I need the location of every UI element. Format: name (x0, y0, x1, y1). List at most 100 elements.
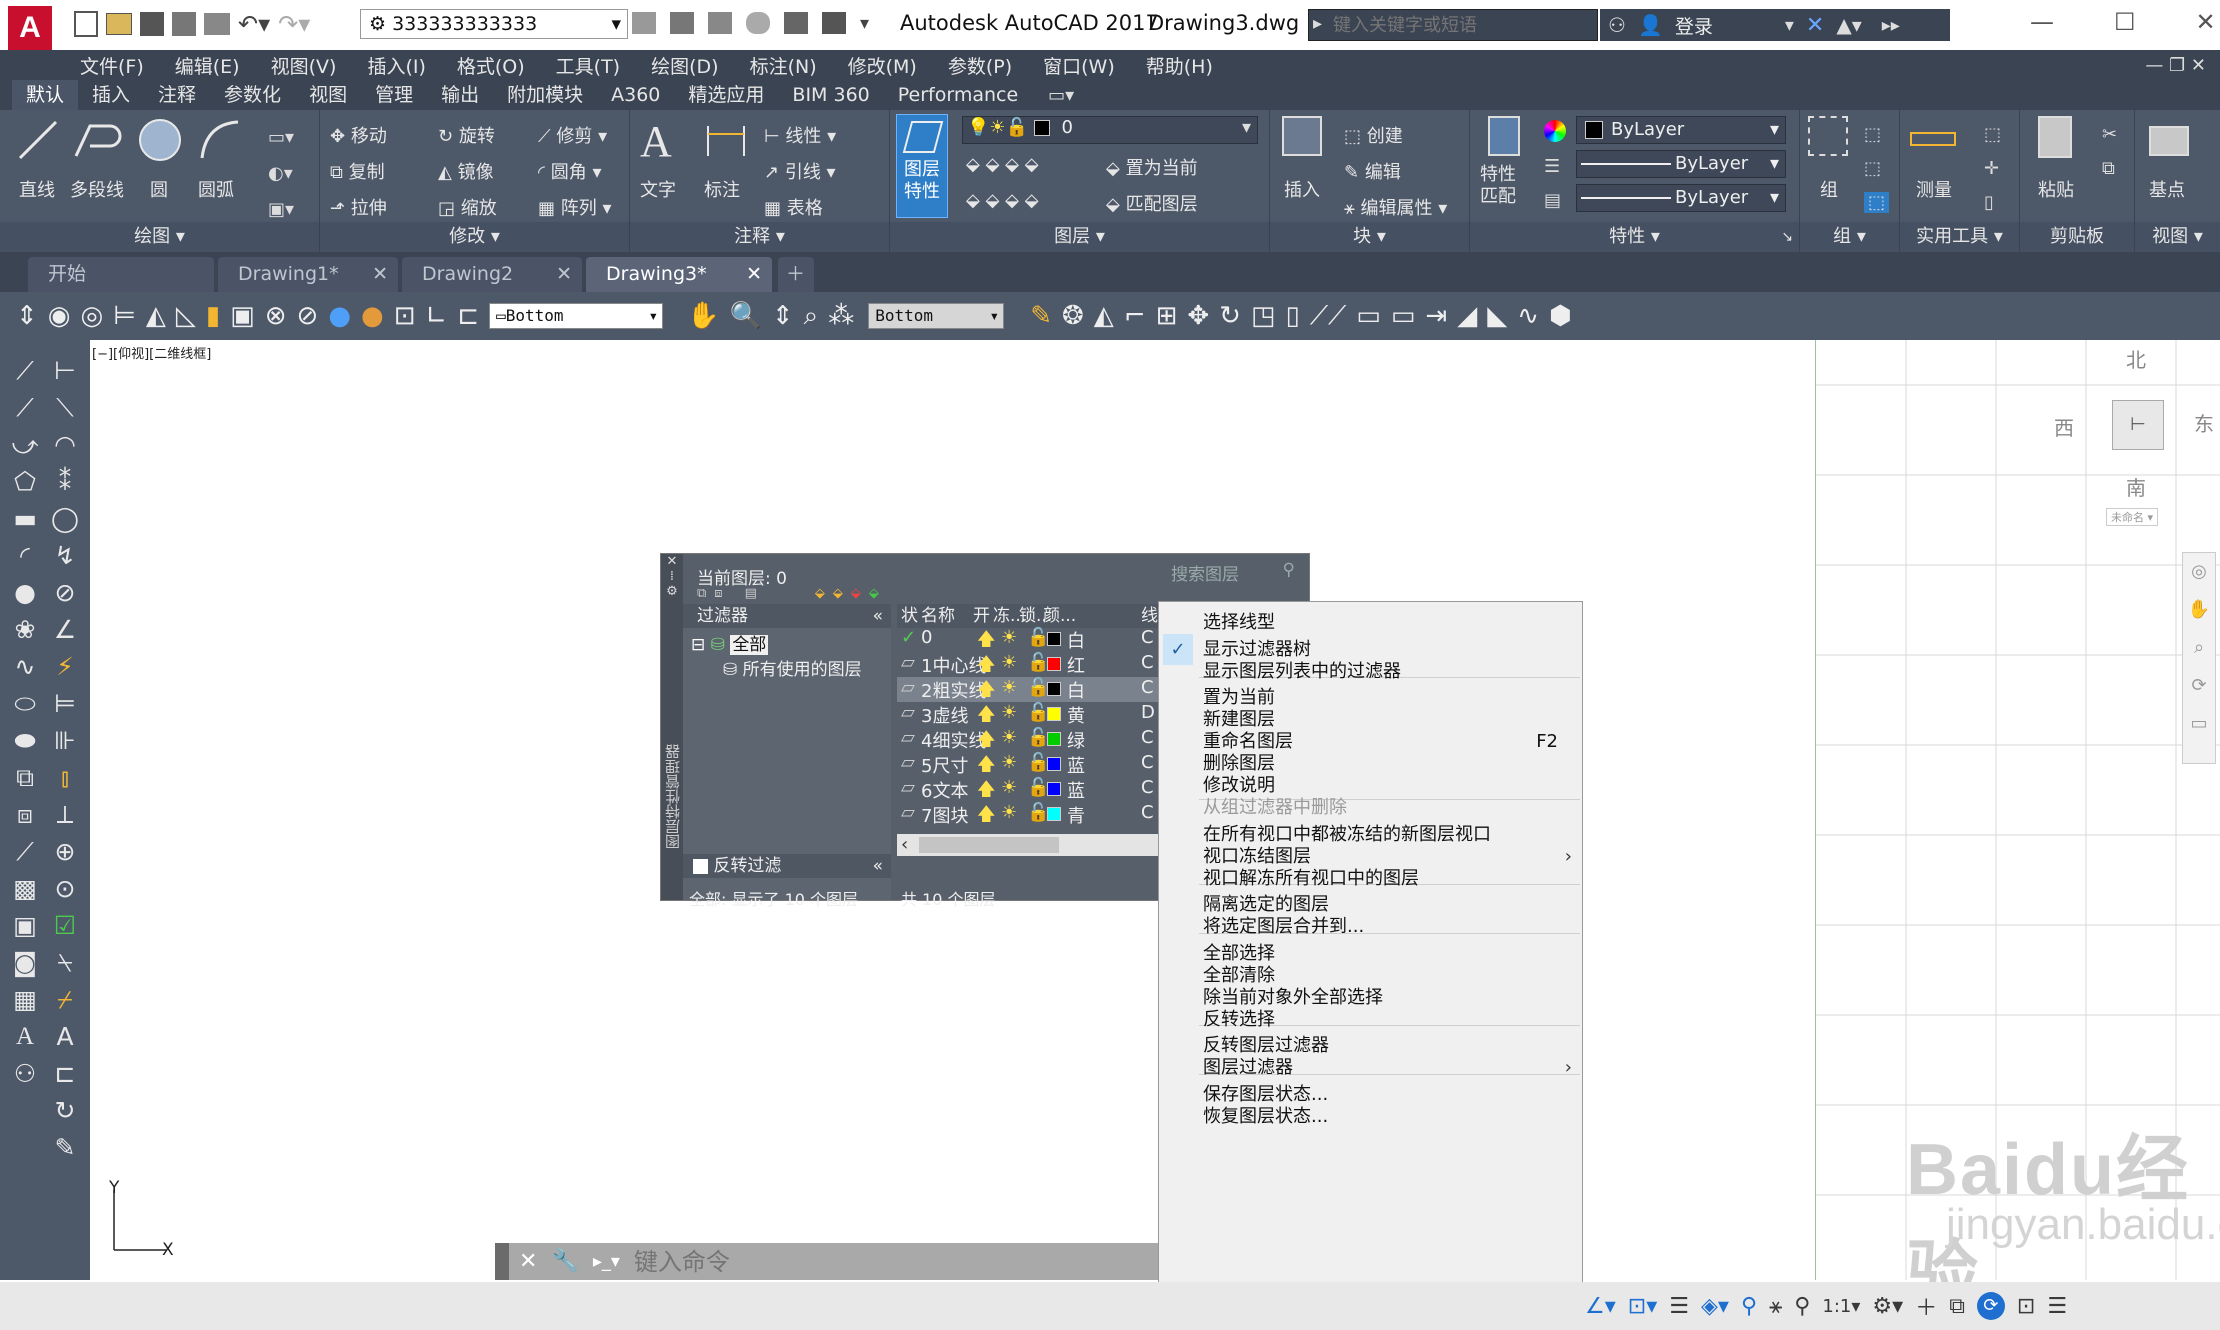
menu-parametric[interactable]: 参数(P) (948, 52, 1012, 79)
dim-continue-icon[interactable]: ⊪ (48, 722, 82, 759)
angle-icon[interactable]: ∟ (425, 301, 447, 331)
sphere-icon[interactable]: ⊗ (265, 301, 287, 331)
tree-used[interactable]: ⛁ 所有使用的图层 (683, 655, 891, 680)
layer-list-scrollbar[interactable]: ‹ (897, 834, 1167, 856)
color-swatch[interactable] (1047, 782, 1061, 796)
color-swatch[interactable] (1047, 807, 1061, 821)
construction-line-icon[interactable]: ⟋ (8, 389, 42, 426)
autocad-logo[interactable]: A (8, 6, 52, 50)
move3d-icon[interactable]: ✥ (1187, 301, 1209, 331)
frame-icon[interactable]: ⊏ (457, 301, 479, 331)
save-icon[interactable] (140, 12, 164, 36)
visual-style-dropdown[interactable]: Bottom ▾ (868, 303, 1005, 329)
doc3d-icon[interactable]: ▯ (1286, 301, 1300, 331)
chevron-down-icon[interactable]: ▾ (860, 13, 869, 34)
hatch-icon[interactable]: ◐▾ (268, 156, 308, 192)
dim-override-icon[interactable]: ✎ (48, 1129, 82, 1166)
utilities-group-label[interactable]: 实用工具 ▾ (1900, 222, 2019, 252)
menu-file[interactable]: 文件(F) (80, 52, 144, 79)
close-icon[interactable]: ✕ (372, 257, 388, 292)
layer-color[interactable]: 白 (1067, 677, 1085, 703)
quick-dim-icon[interactable]: ⚡ (48, 648, 82, 685)
footprints-icon[interactable]: ⁂ (828, 301, 854, 331)
layer-linetype[interactable]: C (1141, 752, 1154, 773)
dim-update-icon[interactable]: ⊏ (48, 1055, 82, 1092)
binoculars-icon[interactable]: ⚇ (1608, 13, 1626, 37)
layer-name[interactable]: 7图块 (921, 802, 968, 828)
menu-edit[interactable]: 编辑(E) (175, 52, 240, 79)
tab-bim360[interactable]: BIM 360 (778, 80, 883, 110)
new-filter-icon[interactable]: ⧉ (697, 586, 706, 601)
tab-start[interactable]: 开始 (28, 257, 214, 292)
arc-button[interactable]: 圆弧 (196, 116, 246, 216)
delete-layer-icon[interactable]: ⬙ (851, 586, 861, 601)
pencil-icon[interactable]: ✎ (1030, 301, 1052, 331)
layer-search[interactable]: 搜索图层 ⚲ (1171, 560, 1297, 585)
draw-group-label[interactable]: 绘图 ▾ (0, 222, 319, 252)
col-name[interactable]: 名称 (921, 604, 955, 628)
group-button[interactable]: 组 (1808, 116, 1858, 201)
tab-parametric[interactable]: 参数化 (210, 80, 295, 110)
menu-draw[interactable]: 绘图(D) (651, 52, 718, 79)
freeze-sun-icon[interactable]: ☀ (1001, 702, 1017, 723)
table-tool-icon[interactable]: ▦ (8, 981, 42, 1018)
invert-filter[interactable]: 反转过滤 « (683, 854, 891, 878)
circle-tool-icon[interactable]: ● (8, 574, 42, 611)
dim-edit-icon[interactable]: ⌿ (48, 981, 82, 1018)
extrude-icon[interactable]: ⌐ (1124, 301, 1146, 331)
layer-linetype[interactable]: D (1141, 702, 1155, 723)
orbit-nav-icon[interactable]: ⟳ (2183, 667, 2215, 705)
tab-insert[interactable]: 插入 (78, 80, 144, 110)
viewcube-west[interactable]: 西 (2054, 412, 2074, 441)
dim-radius-icon[interactable]: ◯ (48, 500, 82, 537)
spline-icon[interactable]: ∿ (8, 648, 42, 685)
window-icon[interactable]: ▭ (1356, 301, 1381, 331)
layer-tools-row2[interactable]: ⬙ ⬙ ⬙ ⬙ (966, 190, 1039, 211)
color-swatch[interactable] (1047, 732, 1061, 746)
groups-group-label[interactable]: 组 ▾ (1800, 222, 1899, 252)
color-swatch[interactable] (1047, 707, 1061, 721)
hatch-tool-icon[interactable]: ▩ (8, 870, 42, 907)
freeze-sun-icon[interactable]: ☀ (1001, 802, 1017, 823)
wedge2-icon[interactable]: ◢ (1457, 301, 1477, 331)
rectangle-icon[interactable]: ▭▾ (268, 120, 308, 156)
paste-button[interactable]: 粘贴 (2030, 116, 2090, 201)
ellipse-arc-icon[interactable]: ⬬ (8, 722, 42, 759)
modify-group-label[interactable]: 修改 ▾ (320, 222, 629, 252)
command-input[interactable] (633, 1246, 1154, 1277)
new-layer-icon[interactable]: ⬙ (815, 586, 825, 601)
free-orbit-icon[interactable]: ◎ (80, 301, 103, 331)
tab-a360[interactable]: A360 (597, 80, 674, 110)
tab-view[interactable]: 视图 (295, 80, 361, 110)
print-icon[interactable] (204, 13, 230, 35)
layer-color[interactable]: 蓝 (1067, 752, 1085, 778)
viewport-controls[interactable]: [−][仰视][二维线框] (92, 343, 211, 362)
workspace-dropdown[interactable]: ⚙ 333333333333 ▾ (360, 9, 628, 39)
sphere2-icon[interactable]: ⊘ (297, 301, 319, 331)
layer-linetype[interactable]: C (1141, 777, 1154, 798)
layer-color[interactable]: 黄 (1067, 702, 1085, 728)
curve-icon[interactable]: ∿ (1517, 301, 1539, 331)
globe-orange-icon[interactable]: ● (361, 301, 384, 331)
edit-block-button[interactable]: ✎ 编辑 (1344, 158, 1401, 184)
linear-button[interactable]: ⊢ 线性 ▾ (764, 122, 836, 148)
layer-linetype[interactable]: C (1141, 677, 1154, 698)
cylinder-icon[interactable]: ▮ (206, 301, 220, 331)
clipboard-group-label[interactable]: 剪贴板 (2020, 222, 2134, 252)
center-mark-icon[interactable]: ⊙ (48, 870, 82, 907)
viewcube-north[interactable]: 北 (2126, 344, 2146, 373)
wedge-icon[interactable]: ◺ (176, 301, 196, 331)
clean-screen-icon[interactable]: ⊡ (2017, 1294, 2035, 1319)
exchange-icon[interactable]: ✕ (1806, 13, 1824, 38)
camera-icon[interactable]: ⌕ (804, 301, 819, 332)
layer-name[interactable]: 3虚线 (921, 702, 968, 728)
stretch-button[interactable]: ⬏ 拉伸 (330, 194, 387, 220)
polyline-tool-icon[interactable]: ⤻ (8, 426, 42, 463)
layer-properties-button[interactable]: 图层 特性 (896, 114, 948, 218)
layer-linetype[interactable]: C (1141, 652, 1154, 673)
layer-dropdown[interactable]: 💡☀🔓 0 ▾ (962, 116, 1258, 144)
color-swatch[interactable] (1047, 632, 1061, 646)
line-button[interactable]: 直线 (14, 116, 64, 206)
osnap-tracking-icon[interactable]: ∠▾ (1585, 1294, 1616, 1319)
rotate3d-icon[interactable]: ↻ (1219, 301, 1241, 331)
